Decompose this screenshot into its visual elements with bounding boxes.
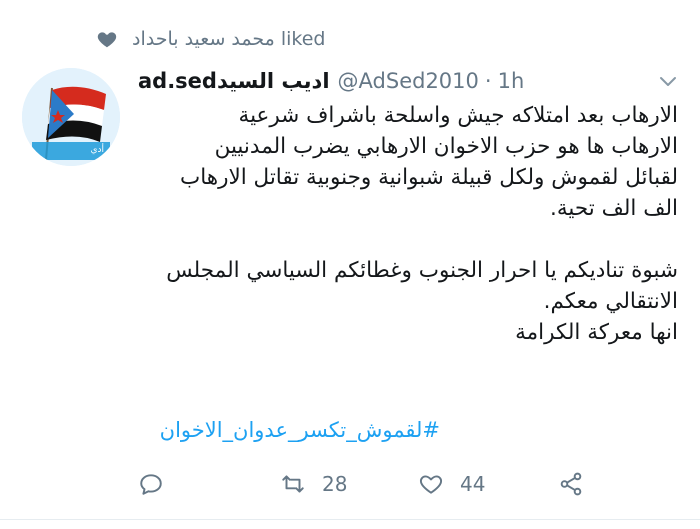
tweet-line: لقبائل لقموش ولكل قبيلة شبوانية وجنوبية …: [179, 165, 678, 190]
avatar[interactable]: أدي: [22, 68, 120, 166]
tweet-line: الارهاب بعد امتلاكه جيش واسلحة باشراف شر…: [238, 103, 678, 128]
like-button[interactable]: 44: [418, 466, 485, 502]
chevron-down-icon[interactable]: [656, 69, 680, 93]
like-icon: [419, 475, 443, 494]
divider: [0, 519, 700, 520]
liker-name[interactable]: محمد سعيد باحداد: [132, 28, 275, 50]
user-handle[interactable]: @AdSed2010: [338, 69, 479, 93]
hashtag-link[interactable]: #لقموش_تكسر_عدوان_الاخوان: [130, 418, 440, 442]
reply-button[interactable]: [138, 466, 164, 502]
tweet-text: الارهاب بعد امتلاكه جيش واسلحة باشراف شر…: [130, 100, 678, 348]
liked-activity-row: محمد سعيد باحداد liked: [96, 24, 356, 54]
timestamp[interactable]: 1h: [498, 69, 525, 93]
like-count: 44: [460, 472, 486, 496]
retweet-button[interactable]: 28: [280, 466, 347, 502]
tweet-line: انها معركة الكرامة: [515, 320, 678, 345]
share-button[interactable]: [558, 466, 584, 502]
share-icon: [560, 472, 582, 496]
tweet-line: الف الف تحية.: [550, 196, 678, 221]
retweet-count: 28: [322, 472, 348, 496]
tweet-actions: 28 44: [0, 466, 700, 506]
tweet-line: شبوة تناديكم يا احرار الجنوب وغطائكم الس…: [166, 258, 678, 283]
reply-icon: [140, 474, 162, 495]
tweet-line: الانتقالي معكم.: [543, 289, 678, 314]
separator-dot: ·: [484, 69, 492, 93]
retweet-icon: [282, 475, 304, 493]
display-name-latin: ad.sed: [138, 69, 217, 93]
liked-label: liked: [280, 28, 326, 50]
svg-text:أدي: أدي: [90, 143, 104, 155]
avatar-image: أدي: [22, 68, 120, 166]
tweet-header: ad.sedاديب السيد @AdSed2010 · 1h: [138, 64, 680, 98]
display-name-arabic: اديب السيد: [216, 69, 330, 93]
heart-icon: [97, 32, 117, 48]
display-name[interactable]: ad.sedاديب السيد: [138, 69, 330, 93]
tweet-line: الارهاب ها هو حزب الاخوان الارهابي يضرب …: [214, 134, 678, 159]
